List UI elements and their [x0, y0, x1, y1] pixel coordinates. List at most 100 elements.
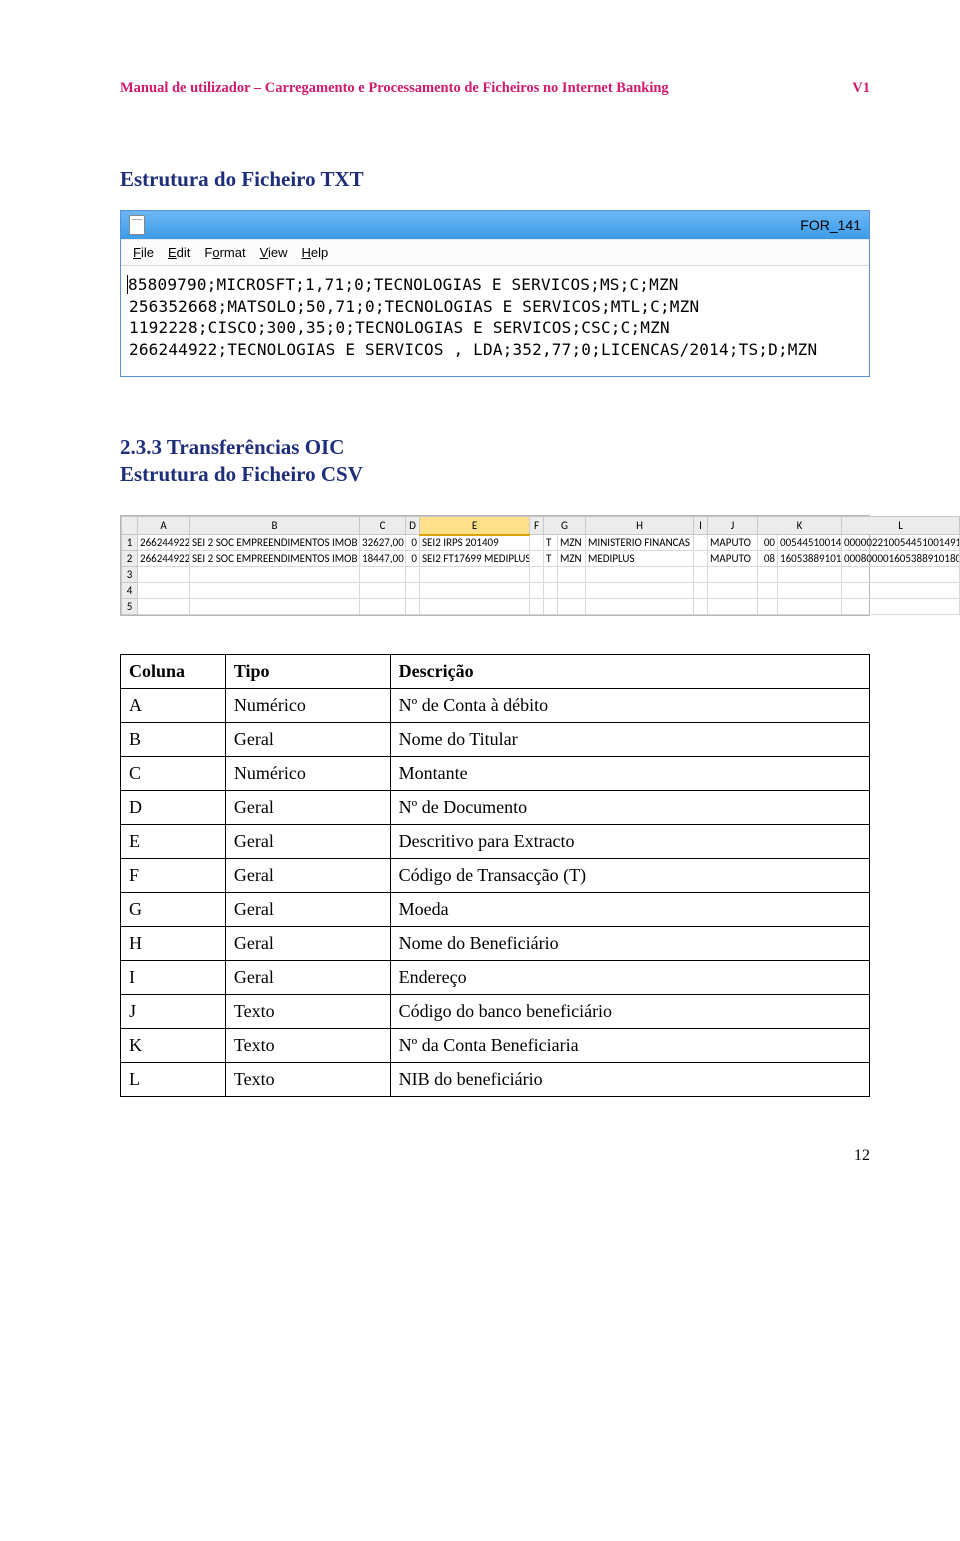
th-tipo: Tipo [225, 655, 390, 689]
cell[interactable]: 00544510014 [778, 535, 842, 551]
row-num[interactable]: 4 [122, 583, 138, 599]
cell-type: Geral [225, 723, 390, 757]
notepad-filename: FOR_141 [800, 217, 861, 233]
cell[interactable]: SEI 2 SOC EMPREENDIMENTOS IMOB LDA [190, 535, 360, 551]
excel-row[interactable]: 2 266244922 SEI 2 SOC EMPREENDIMENTOS IM… [122, 551, 960, 567]
cell[interactable]: 266244922 [138, 535, 190, 551]
cell-type: Geral [225, 927, 390, 961]
col-D[interactable]: D [406, 517, 420, 535]
notepad-text-area[interactable]: 85809790;MICROSFT;1,71;0;TECNOLOGIAS E S… [121, 266, 869, 376]
excel-window: A B C D E F G H I J K L 1 266244922 SEI … [120, 515, 870, 616]
cell-type: Geral [225, 859, 390, 893]
np-line: 266244922;TECNOLOGIAS E SERVICOS , LDA;3… [129, 340, 817, 359]
table-row: KTextoNº da Conta Beneficiaria [121, 1029, 870, 1063]
page-header: Manual de utilizador – Carregamento e Pr… [120, 80, 870, 97]
cell[interactable]: MAPUTO [708, 535, 758, 551]
notepad-window: FOR_141 FFileile Edit Format View Help 8… [120, 210, 870, 377]
cell-col: B [121, 723, 226, 757]
cell[interactable] [530, 535, 544, 551]
excel-row[interactable]: 5 [122, 599, 960, 615]
col-B[interactable]: B [190, 517, 360, 535]
section-title-txt: Estrutura do Ficheiro TXT [120, 167, 870, 192]
table-row: BGeralNome do Titular [121, 723, 870, 757]
cell[interactable] [694, 535, 708, 551]
row-num[interactable]: 2 [122, 551, 138, 567]
col-H[interactable]: H [586, 517, 694, 535]
row-num[interactable]: 1 [122, 535, 138, 551]
cell-type: Numérico [225, 757, 390, 791]
col-J[interactable]: J [708, 517, 758, 535]
cell[interactable]: MAPUTO [708, 551, 758, 567]
np-line: 1192228;CISCO;300,35;0;TECNOLOGIAS E SER… [129, 318, 670, 337]
table-row: LTextoNIB do beneficiário [121, 1063, 870, 1097]
excel-row[interactable]: 4 [122, 583, 960, 599]
cell-col: D [121, 791, 226, 825]
cell[interactable]: 0 [406, 551, 420, 567]
excel-row[interactable]: 3 [122, 567, 960, 583]
cell[interactable]: MZN [558, 535, 586, 551]
cell-col: H [121, 927, 226, 961]
header-left: Manual de utilizador – Carregamento e Pr… [120, 80, 669, 97]
cell[interactable]: 000800001605388910180 [842, 551, 960, 567]
notepad-menubar: FFileile Edit Format View Help [121, 239, 869, 266]
cell-desc: Código de Transacção (T) [390, 859, 869, 893]
col-L[interactable]: L [842, 517, 960, 535]
notepad-titlebar: FOR_141 [121, 211, 869, 239]
col-F[interactable]: F [530, 517, 544, 535]
menu-help[interactable]: Help [296, 244, 335, 261]
col-E[interactable]: E [420, 517, 530, 535]
cell-desc: NIB do beneficiário [390, 1063, 869, 1097]
cell-col: F [121, 859, 226, 893]
cell[interactable]: 00 [758, 535, 778, 551]
cell[interactable]: MZN [558, 551, 586, 567]
col-G[interactable]: G [544, 517, 586, 535]
cell[interactable]: T [544, 551, 558, 567]
table-row: GGeralMoeda [121, 893, 870, 927]
col-K[interactable]: K [758, 517, 842, 535]
excel-row[interactable]: 1 266244922 SEI 2 SOC EMPREENDIMENTOS IM… [122, 535, 960, 551]
menu-file[interactable]: FFileile [127, 244, 160, 261]
excel-grid[interactable]: A B C D E F G H I J K L 1 266244922 SEI … [121, 516, 960, 615]
cell[interactable]: 16053889101 [778, 551, 842, 567]
menu-edit[interactable]: Edit [162, 244, 196, 261]
cell-type: Geral [225, 961, 390, 995]
cell[interactable]: SEI2 FT17699 MEDIPLUS [420, 551, 530, 567]
cell-desc: Nº de Documento [390, 791, 869, 825]
cell[interactable]: 32627,00 [360, 535, 406, 551]
cell-type: Texto [225, 995, 390, 1029]
cell[interactable]: SEI 2 SOC EMPREENDIMENTOS IMOB LDA [190, 551, 360, 567]
cell[interactable]: MEDIPLUS [586, 551, 694, 567]
cell[interactable] [530, 551, 544, 567]
cell[interactable]: 000002210054451001491 [842, 535, 960, 551]
cell-type: Texto [225, 1063, 390, 1097]
table-row: JTextoCódigo do banco beneficiário [121, 995, 870, 1029]
cell[interactable] [694, 551, 708, 567]
cell-type: Texto [225, 1029, 390, 1063]
cell[interactable]: 266244922 [138, 551, 190, 567]
column-description-table: Coluna Tipo Descrição ANuméricoNº de Con… [120, 654, 870, 1097]
col-A[interactable]: A [138, 517, 190, 535]
cell-col: L [121, 1063, 226, 1097]
cell[interactable]: 08 [758, 551, 778, 567]
table-row: IGeralEndereço [121, 961, 870, 995]
row-num[interactable]: 5 [122, 599, 138, 615]
table-row: CNuméricoMontante [121, 757, 870, 791]
cell[interactable]: SEI2 IRPS 201409 [420, 535, 530, 551]
cell-col: A [121, 689, 226, 723]
page-number: 12 [120, 1147, 870, 1165]
th-coluna: Coluna [121, 655, 226, 689]
cell-desc: Nome do Beneficiário [390, 927, 869, 961]
row-num[interactable]: 3 [122, 567, 138, 583]
cell[interactable]: MINISTERIO FINANCAS [586, 535, 694, 551]
menu-view[interactable]: View [254, 244, 294, 261]
cell-desc: Montante [390, 757, 869, 791]
cell[interactable]: T [544, 535, 558, 551]
menu-format[interactable]: Format [198, 244, 251, 261]
col-C[interactable]: C [360, 517, 406, 535]
section-title-csv: Estrutura do Ficheiro CSV [120, 462, 870, 487]
excel-select-all[interactable] [122, 517, 138, 535]
cell[interactable]: 0 [406, 535, 420, 551]
table-row: EGeralDescritivo para Extracto [121, 825, 870, 859]
col-I[interactable]: I [694, 517, 708, 535]
cell[interactable]: 18447,00 [360, 551, 406, 567]
